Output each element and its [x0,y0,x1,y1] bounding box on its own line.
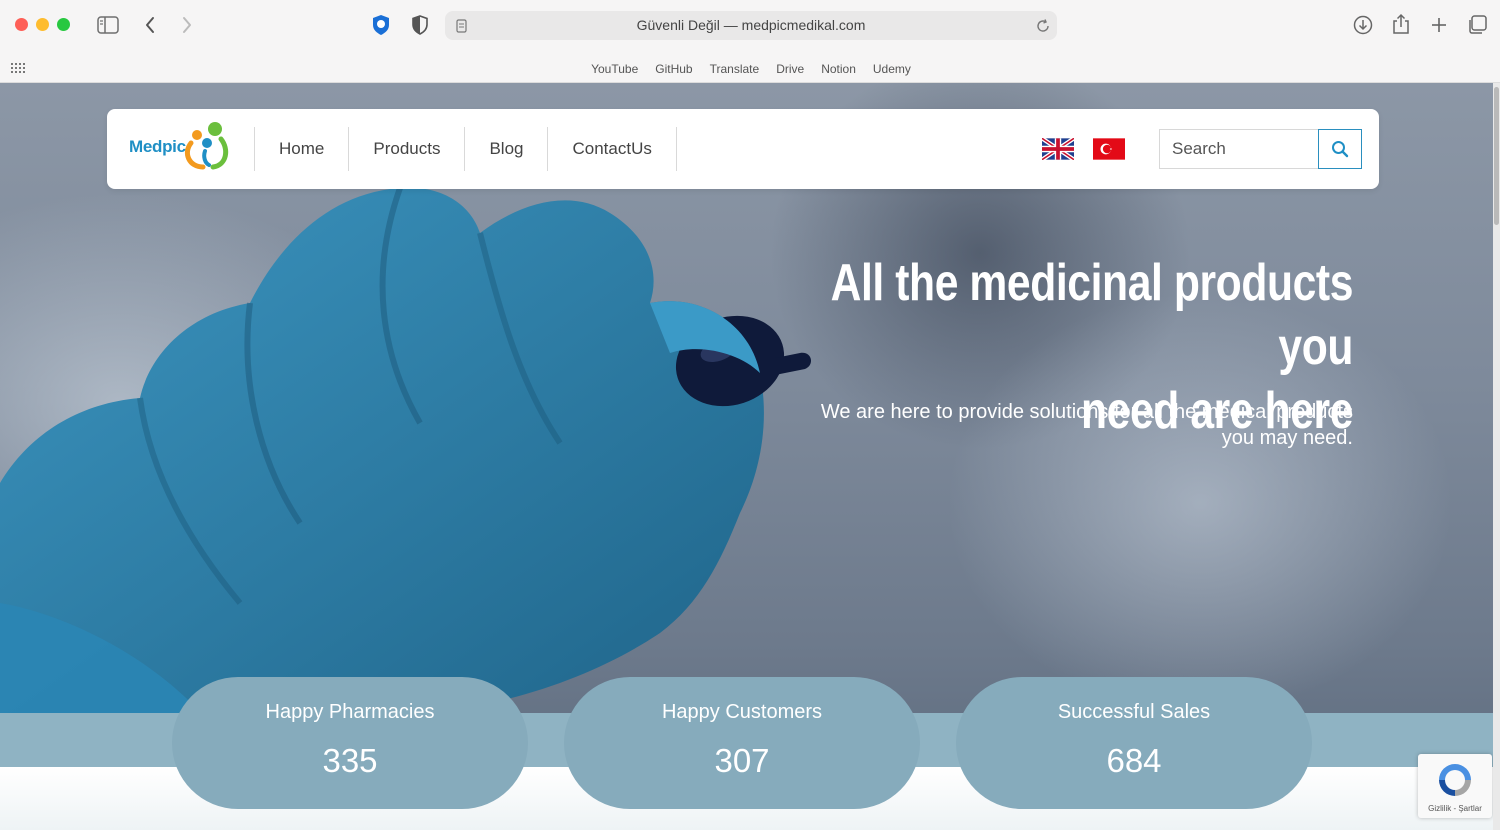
nav-link-home[interactable]: Home [254,127,348,171]
favorite-youtube[interactable]: YouTube [591,62,638,76]
tab-overview-icon[interactable] [1466,14,1488,36]
stat-card-happy-customers: Happy Customers 307 [564,677,920,809]
stat-label: Happy Pharmacies [265,701,435,723]
privacy-shield-icon[interactable] [410,14,430,36]
nav-link-contactus[interactable]: ContactUs [547,127,677,171]
forward-arrow-icon[interactable] [179,14,195,36]
nav-links: Home Products Blog ContactUs [254,127,677,171]
stat-value: 684 [1106,742,1162,779]
search-icon [1332,141,1349,158]
zoom-window-button[interactable] [57,18,70,31]
recaptcha-icon [1439,764,1471,796]
new-tab-plus-icon[interactable] [1429,14,1449,36]
sidebar-toggle-icon[interactable] [96,14,120,36]
gloved-hand-holding-capsule-image [0,187,812,723]
reload-icon[interactable] [1035,18,1051,34]
minimize-window-button[interactable] [36,18,49,31]
favorite-translate[interactable]: Translate [710,62,760,76]
recaptcha-badge[interactable]: Gizlilik - Şartlar [1418,754,1492,818]
stat-label: Happy Customers [661,701,823,723]
favorites-bar: YouTube GitHub Translate Drive Notion Ud… [0,52,1500,83]
page-scrollbar[interactable] [1493,83,1500,830]
hero-subtitle-line-1: We are here to provide solutions for all… [820,401,1353,423]
main-navbar: Medpic Home Products Blog ContactUs [107,109,1379,189]
logo-figures-icon [185,122,229,170]
uk-flag-icon[interactable] [1042,138,1074,160]
hero-title-line-1: All the medicinal products you [830,254,1354,376]
medpic-logo[interactable]: Medpic [129,121,239,177]
stat-label: Successful Sales [1057,701,1211,723]
recaptcha-text: Gizlilik - Şartlar [1428,804,1482,813]
favorite-udemy[interactable]: Udemy [873,62,911,76]
nav-link-products[interactable]: Products [348,127,464,171]
search-input[interactable] [1159,129,1319,169]
logo-text: Medpic [129,137,186,156]
turkey-flag-icon[interactable] [1093,138,1125,160]
hero-subtitle: We are here to provide solutions for all… [700,399,1353,451]
address-text: Güvenli Değil — medpicmedikal.com [636,17,866,33]
close-window-button[interactable] [15,18,28,31]
favorite-github[interactable]: GitHub [655,62,692,76]
address-bar[interactable]: Güvenli Değil — medpicmedikal.com [445,11,1057,40]
downloads-icon[interactable] [1352,14,1374,36]
browser-toolbar: Güvenli Değil — medpicmedikal.com [0,0,1500,52]
hero-subtitle-line-2: you may need. [1221,427,1353,449]
favorites-list: YouTube GitHub Translate Drive Notion Ud… [0,62,1500,76]
stat-card-successful-sales: Successful Sales 684 [956,677,1312,809]
stat-value: 335 [322,742,378,779]
share-icon[interactable] [1391,12,1411,36]
nav-link-blog[interactable]: Blog [464,127,547,171]
favorite-drive[interactable]: Drive [776,62,804,76]
favorite-notion[interactable]: Notion [821,62,856,76]
password-manager-icon[interactable] [370,14,392,36]
stat-value: 307 [714,742,770,779]
back-arrow-icon[interactable] [142,14,158,36]
search-button[interactable] [1318,129,1362,169]
scrollbar-thumb[interactable] [1494,87,1499,225]
stat-card-happy-pharmacies: Happy Pharmacies 335 [172,677,528,809]
web-page: Medpic Home Products Blog ContactUs Sear… [0,83,1500,830]
